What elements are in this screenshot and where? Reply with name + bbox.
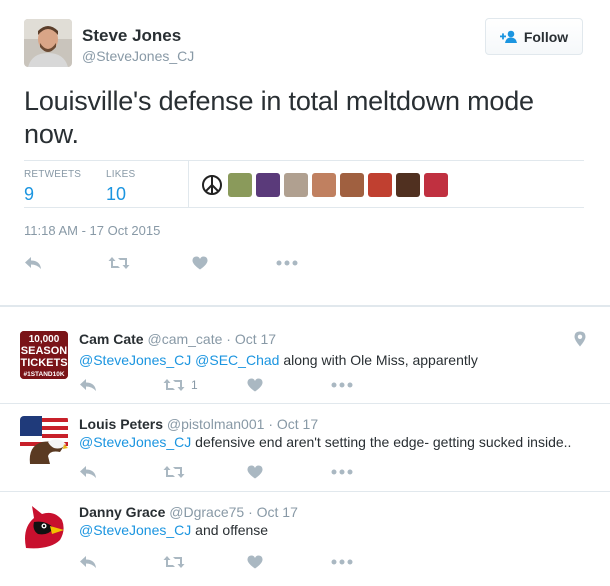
reply-author-handle[interactable]: @pistolman001 [167, 416, 265, 432]
retweet-button[interactable] [108, 253, 192, 273]
reply-icon [25, 257, 41, 269]
reply-avatar[interactable] [20, 416, 68, 464]
more-button[interactable] [331, 375, 415, 395]
reply-header: Louis Peters @pistolman001 · Oct 17 [79, 416, 318, 432]
more-button[interactable] [276, 253, 360, 273]
reply-date[interactable]: · Oct 17 [268, 416, 318, 432]
reply-tweet[interactable]: Louis Peters @pistolman001 · Oct 17 @Ste… [0, 404, 610, 492]
reply-author-name[interactable]: Louis Peters [79, 416, 163, 432]
main-tweet: Steve Jones @SteveJones_CJ Follow Louisv… [0, 0, 610, 306]
reply-date[interactable]: · Oct 17 [226, 331, 276, 347]
more-dots-icon [331, 382, 353, 388]
reply-author-handle[interactable]: @Dgrace75 [169, 504, 244, 520]
reply-button[interactable] [24, 253, 108, 273]
tweet-stats: RETWEETS 9 LIKES 10 [24, 160, 584, 208]
like-button[interactable] [247, 375, 331, 395]
likes-stat[interactable]: LIKES 10 [106, 169, 135, 205]
retweet-icon [163, 466, 185, 478]
main-tweet-actions [24, 253, 360, 273]
stats-divider [188, 161, 189, 207]
mention-link[interactable]: @SteveJones_CJ [79, 352, 191, 368]
reply-body: along with Ole Miss, apparently [279, 352, 478, 368]
follow-label: Follow [523, 28, 569, 45]
reply-actions [79, 462, 415, 482]
like-button[interactable] [192, 253, 276, 273]
liker-avatar[interactable] [368, 173, 392, 197]
reply-body: defensive end aren't setting the edge- g… [191, 434, 572, 450]
more-button[interactable] [331, 552, 415, 572]
reply-text: @SteveJones_CJ and offense [79, 522, 268, 538]
retweet-icon [108, 257, 130, 269]
mention-link[interactable]: @SteveJones_CJ [79, 522, 191, 538]
reply-button[interactable] [79, 375, 163, 395]
liker-avatar[interactable] [284, 173, 308, 197]
location-pin-icon[interactable] [574, 331, 586, 347]
retweet-icon [163, 556, 185, 568]
reply-actions: 1 [79, 375, 415, 395]
retweet-count: 1 [191, 378, 198, 392]
liker-avatar[interactable] [340, 173, 364, 197]
liker-avatar[interactable] [424, 173, 448, 197]
reply-avatar[interactable]: 10,000 SEASON TICKETS #1STAND10K [20, 331, 68, 379]
mention-link[interactable]: @SEC_Chad [195, 352, 279, 368]
more-dots-icon [331, 469, 353, 475]
liker-avatar[interactable] [396, 173, 420, 197]
reply-body: and offense [191, 522, 269, 538]
reply-avatar[interactable] [20, 504, 68, 552]
reply-tweet[interactable]: 10,000 SEASON TICKETS #1STAND10K Cam Cat… [0, 306, 610, 404]
reply-text: @SteveJones_CJ defensive end aren't sett… [79, 434, 571, 450]
avatar-text-line: TICKETS [20, 357, 67, 369]
reply-text: @SteveJones_CJ @SEC_Chad along with Ole … [79, 352, 478, 368]
tweet-timestamp[interactable]: 11:18 AM - 17 Oct 2015 [24, 223, 160, 238]
likes-label: LIKES [106, 169, 136, 180]
follow-button[interactable]: Follow [485, 18, 583, 55]
author-name[interactable]: Steve Jones [82, 26, 181, 46]
reply-tweet[interactable]: Danny Grace @Dgrace75 · Oct 17 @SteveJon… [0, 492, 610, 586]
reply-author-name[interactable]: Cam Cate [79, 331, 144, 347]
reply-author-handle[interactable]: @cam_cate [147, 331, 222, 347]
like-button[interactable] [247, 462, 331, 482]
more-dots-icon [331, 559, 353, 565]
retweet-icon [163, 379, 185, 391]
avatar-text-line: 10,000 [29, 334, 60, 345]
retweet-button[interactable] [163, 552, 247, 572]
reply-icon [80, 556, 96, 568]
avatar-text-line: SEASON [21, 345, 68, 357]
retweets-stat[interactable]: RETWEETS 9 [24, 169, 81, 205]
liker-avatar[interactable] [256, 173, 280, 197]
liker-avatar-peace[interactable] [200, 173, 224, 197]
heart-icon [192, 256, 208, 270]
follow-user-icon [499, 30, 517, 43]
liker-avatar[interactable] [228, 173, 252, 197]
reply-date[interactable]: · Oct 17 [248, 504, 298, 520]
reply-actions [79, 552, 415, 572]
heart-icon [247, 555, 263, 569]
more-button[interactable] [331, 462, 415, 482]
liker-avatars [200, 173, 448, 197]
more-dots-icon [276, 260, 298, 266]
avatar-text-line: #1STAND10K [23, 371, 64, 378]
author-avatar[interactable] [24, 19, 72, 67]
reply-button[interactable] [79, 552, 163, 572]
reply-header: Danny Grace @Dgrace75 · Oct 17 [79, 504, 298, 520]
tweet-text: Louisville's defense in total meltdown m… [24, 86, 534, 149]
reply-header: Cam Cate @cam_cate · Oct 17 [79, 331, 276, 347]
retweets-count[interactable]: 9 [24, 184, 81, 205]
peace-icon [202, 175, 222, 195]
like-button[interactable] [247, 552, 331, 572]
retweet-button[interactable]: 1 [163, 375, 247, 395]
reply-icon [80, 466, 96, 478]
reply-icon [80, 379, 96, 391]
retweets-label: RETWEETS [24, 169, 82, 180]
heart-icon [247, 378, 263, 392]
heart-icon [247, 465, 263, 479]
reply-author-name[interactable]: Danny Grace [79, 504, 165, 520]
author-handle[interactable]: @SteveJones_CJ [82, 48, 194, 64]
retweet-button[interactable] [163, 462, 247, 482]
likes-count[interactable]: 10 [106, 184, 135, 205]
mention-link[interactable]: @SteveJones_CJ [79, 434, 191, 450]
liker-avatar[interactable] [312, 173, 336, 197]
reply-button[interactable] [79, 462, 163, 482]
